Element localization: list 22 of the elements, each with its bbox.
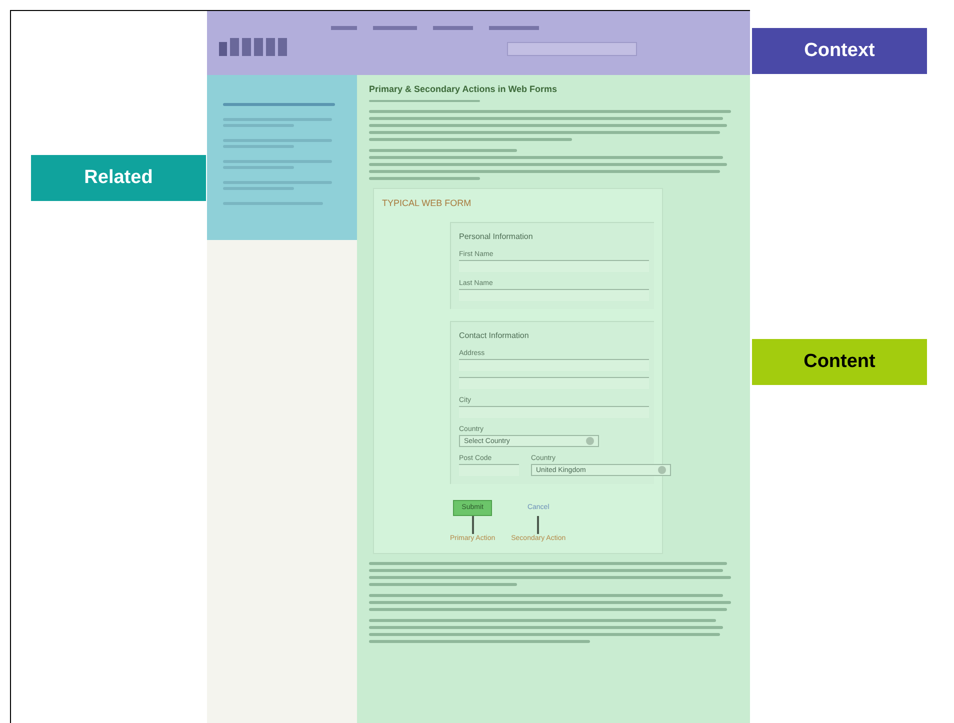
- nav-link[interactable]: [331, 26, 357, 30]
- text-field[interactable]: [459, 260, 649, 272]
- section-heading: Contact Information: [459, 330, 530, 342]
- annotation-label: Related: [31, 155, 206, 201]
- nav-link[interactable]: [373, 26, 417, 30]
- leader-line: [472, 516, 474, 534]
- text-field[interactable]: [459, 464, 519, 476]
- dropdown-icon: [586, 437, 594, 445]
- form-title: TYPICAL WEB FORM: [382, 196, 472, 210]
- nav-link[interactable]: [489, 26, 539, 30]
- text-field[interactable]: [459, 377, 649, 389]
- article-title: Primary & Secondary Actions in Web Forms: [369, 83, 558, 96]
- text-field[interactable]: [459, 289, 649, 301]
- annotation-label: Content: [752, 339, 927, 385]
- search-field[interactable]: [507, 42, 637, 56]
- dropdown-icon: [658, 466, 666, 474]
- annotation-label: Context: [752, 28, 927, 74]
- text-field[interactable]: [459, 406, 649, 418]
- text-field[interactable]: [459, 359, 649, 371]
- leader-line: [537, 516, 540, 534]
- section-heading: Personal Information: [459, 231, 534, 243]
- nav-link[interactable]: [433, 26, 473, 30]
